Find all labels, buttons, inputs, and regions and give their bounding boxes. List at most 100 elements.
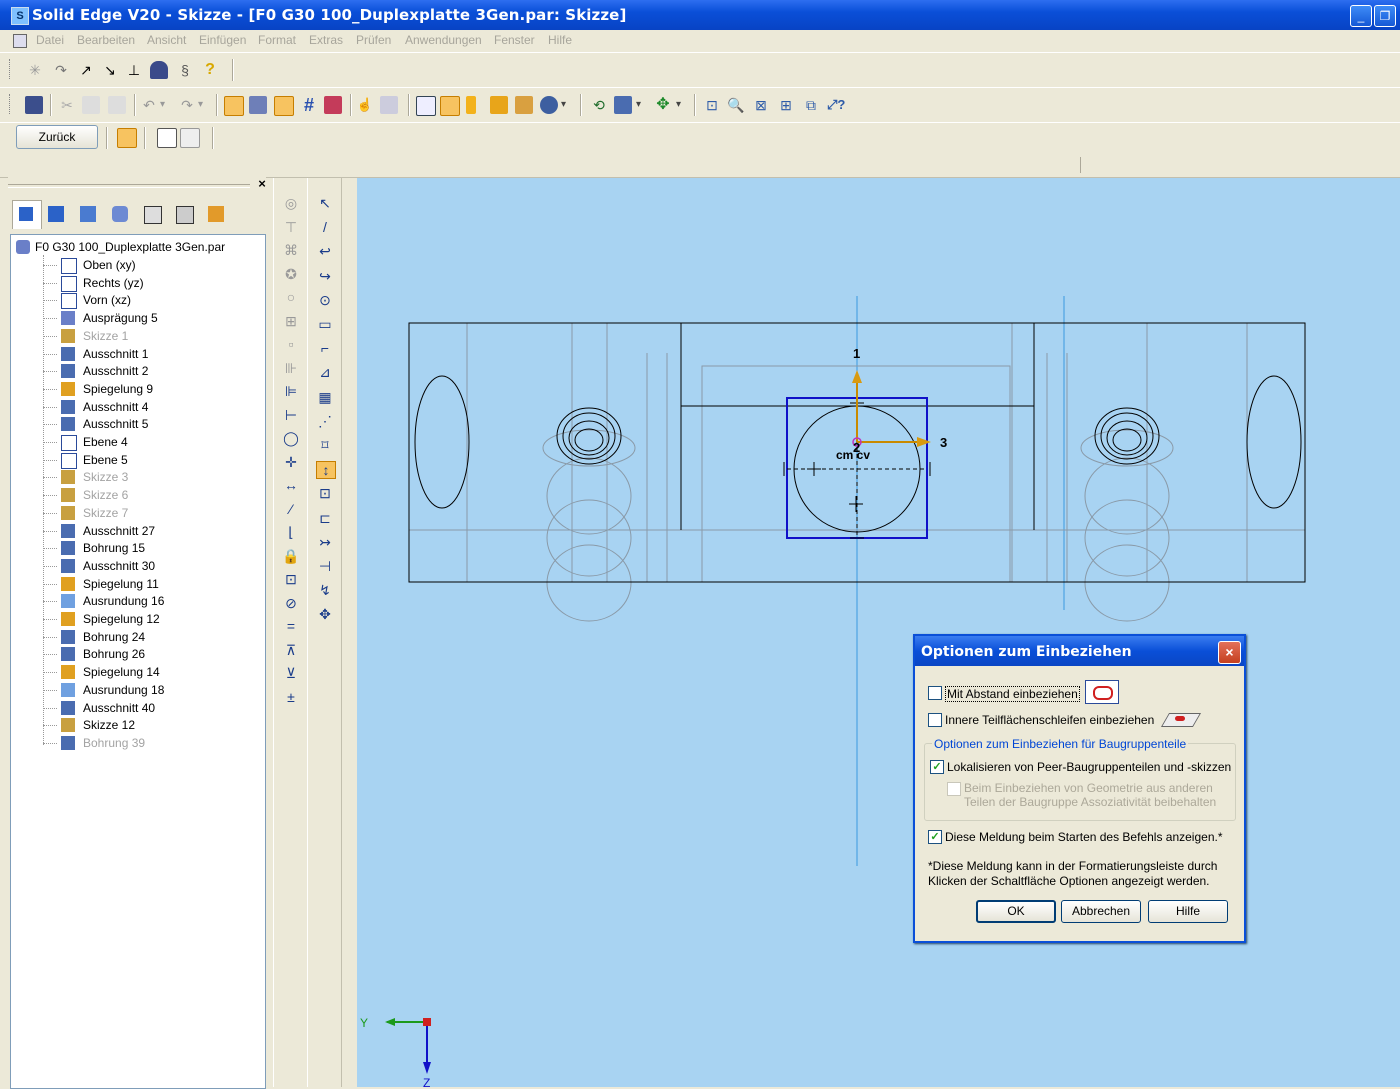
intersect-icon[interactable]: ↯ bbox=[316, 582, 334, 598]
menu-anwendungen[interactable]: Anwendungen bbox=[405, 33, 482, 47]
relations-icon[interactable]: § bbox=[176, 61, 194, 79]
paste-icon[interactable] bbox=[108, 96, 126, 114]
point-icon[interactable]: ✳ bbox=[26, 61, 44, 79]
hand-pan-icon[interactable]: ☝ bbox=[356, 96, 374, 114]
angle-relation-icon[interactable]: ⁄ bbox=[282, 501, 300, 517]
menu-extras[interactable]: Extras bbox=[309, 33, 343, 47]
mirror-relation-icon[interactable]: ⊼ bbox=[282, 642, 300, 658]
horizontal-icon[interactable]: ⊪ bbox=[282, 360, 300, 376]
grip-icon[interactable]: ⌘ bbox=[282, 242, 300, 258]
arc-icon[interactable]: ↷ bbox=[52, 61, 70, 79]
gear-relation-icon[interactable]: ✪ bbox=[282, 266, 300, 282]
parallel-icon[interactable]: ▫ bbox=[282, 336, 300, 352]
pointer-select-icon[interactable] bbox=[274, 96, 294, 116]
help-button[interactable]: Hilfe bbox=[1148, 900, 1228, 923]
split-icon[interactable]: ↣ bbox=[316, 534, 334, 550]
tab-feature-pathfinder[interactable] bbox=[12, 200, 42, 229]
named-views-icon[interactable] bbox=[614, 96, 632, 114]
zoom-area-icon[interactable] bbox=[380, 96, 398, 114]
grid-icon[interactable]: # bbox=[300, 96, 318, 114]
menu-einfuegen[interactable]: Einfügen bbox=[199, 33, 246, 47]
pan-view-icon[interactable]: ⊞ bbox=[777, 96, 795, 114]
document-icon[interactable] bbox=[13, 34, 27, 48]
toolbar-grip[interactable] bbox=[9, 59, 13, 79]
zoom-icon[interactable]: 🔍 bbox=[727, 96, 745, 114]
equal-icon[interactable]: = bbox=[282, 618, 300, 634]
close-sketch-icon[interactable] bbox=[180, 128, 200, 148]
shading-icon[interactable] bbox=[466, 96, 476, 114]
dialog-close-button[interactable]: × bbox=[1218, 641, 1241, 664]
zoom-window-icon[interactable]: ⊡ bbox=[703, 96, 721, 114]
lock-icon[interactable]: 🔒 bbox=[282, 548, 300, 564]
relation-handle-icon[interactable]: ± bbox=[282, 689, 300, 705]
tab-sketch-icon[interactable] bbox=[208, 206, 224, 222]
spin-dropdown-icon[interactable]: ▾ bbox=[676, 96, 694, 114]
helmet-icon[interactable] bbox=[150, 61, 168, 79]
menu-format[interactable]: Format bbox=[258, 33, 296, 47]
cut-icon[interactable]: ✂ bbox=[58, 96, 76, 114]
menu-pruefen[interactable]: Prüfen bbox=[356, 33, 391, 47]
diagonal-line-icon[interactable]: ↘ bbox=[101, 61, 119, 79]
lightbulb-icon[interactable]: ? bbox=[201, 61, 219, 79]
draw-line-icon[interactable]: / bbox=[316, 219, 334, 235]
shaded-edges-icon[interactable] bbox=[515, 96, 533, 114]
tab-layers-stack-icon[interactable] bbox=[112, 206, 128, 222]
undo-dropdown-icon[interactable]: ▾ bbox=[160, 96, 178, 114]
tangent-icon[interactable]: ○ bbox=[282, 289, 300, 305]
tab-library-icon[interactable] bbox=[80, 206, 96, 222]
connect-icon[interactable]: ⊤ bbox=[282, 219, 300, 235]
toolbar-grip[interactable] bbox=[9, 94, 13, 114]
restore-button[interactable]: ❐ bbox=[1374, 5, 1396, 27]
sketch-view-icon[interactable]: ⧉ bbox=[802, 96, 820, 114]
options-icon[interactable] bbox=[117, 128, 137, 148]
fill-icon[interactable]: ▦ bbox=[316, 389, 334, 405]
globe-icon[interactable] bbox=[540, 96, 558, 114]
save-icon[interactable] bbox=[25, 96, 43, 114]
select-arrow-icon[interactable]: ↖ bbox=[316, 195, 334, 211]
menu-fenster[interactable]: Fenster bbox=[494, 33, 535, 47]
collinear-icon[interactable]: ⊞ bbox=[282, 313, 300, 329]
tab-family-icon[interactable] bbox=[176, 206, 194, 224]
point-relation-icon[interactable]: ✛ bbox=[282, 454, 300, 470]
project-icon[interactable]: ⊣ bbox=[316, 558, 334, 574]
inner-loops-checkbox[interactable] bbox=[928, 713, 942, 727]
curve-icon[interactable]: ↩ bbox=[316, 243, 334, 259]
corner-icon[interactable]: ⌊ bbox=[282, 524, 300, 540]
cancel-button[interactable]: Abbrechen bbox=[1061, 900, 1141, 923]
fit-icon[interactable]: ⊠ bbox=[752, 96, 770, 114]
polygon-icon[interactable]: ⊿ bbox=[316, 364, 334, 380]
menu-hilfe[interactable]: Hilfe bbox=[548, 33, 572, 47]
solid-shaded-icon[interactable] bbox=[490, 96, 508, 114]
ok-button[interactable]: OK bbox=[976, 900, 1056, 923]
menu-ansicht[interactable]: Ansicht bbox=[147, 33, 186, 47]
offset-include-icon[interactable] bbox=[1085, 680, 1119, 704]
associativity-checkbox[interactable] bbox=[947, 782, 961, 796]
symmetric-icon[interactable]: ⊡ bbox=[282, 571, 300, 587]
panel-close-button[interactable]: × bbox=[256, 177, 268, 190]
tab-grid-icon[interactable] bbox=[144, 206, 162, 224]
extend-icon[interactable]: ⊏ bbox=[316, 510, 334, 526]
circle-draw-icon[interactable]: ⊙ bbox=[316, 292, 334, 308]
offset-checkbox[interactable] bbox=[928, 686, 942, 700]
include-icon[interactable]: ↕ bbox=[316, 461, 336, 480]
locate-peer-checkbox[interactable]: ✓ bbox=[930, 760, 944, 774]
perpendicular-icon[interactable]: ⊥ bbox=[125, 61, 143, 79]
views-dropdown-icon[interactable]: ▾ bbox=[636, 96, 654, 114]
move-icon[interactable]: ✥ bbox=[316, 606, 334, 622]
vertical-icon[interactable]: ⊫ bbox=[282, 383, 300, 399]
spin-icon[interactable]: ✥ bbox=[654, 96, 672, 114]
circle-relation-icon[interactable]: ◎ bbox=[282, 195, 300, 211]
sketch-grid-icon[interactable] bbox=[324, 96, 342, 114]
rectangle-icon[interactable]: ▭ bbox=[316, 316, 334, 332]
graphics-window[interactable]: 1 2 3 cm cv Y Z bbox=[357, 178, 1400, 1087]
rotate-view-icon[interactable]: ⟲ bbox=[590, 96, 608, 114]
offset-icon[interactable]: ⌑ bbox=[316, 437, 334, 453]
box-select-icon[interactable] bbox=[249, 96, 267, 114]
menu-bearbeiten[interactable]: Bearbeiten bbox=[77, 33, 135, 47]
symmetric-axis-icon[interactable]: ⊻ bbox=[282, 665, 300, 681]
solid-edge-app-icon[interactable]: S bbox=[11, 7, 29, 25]
tab-layers-icon[interactable] bbox=[48, 206, 64, 222]
view-dropdown-icon[interactable]: ▾ bbox=[561, 96, 579, 114]
shaded-view-icon[interactable] bbox=[440, 96, 460, 116]
wireframe-icon[interactable] bbox=[416, 96, 436, 116]
